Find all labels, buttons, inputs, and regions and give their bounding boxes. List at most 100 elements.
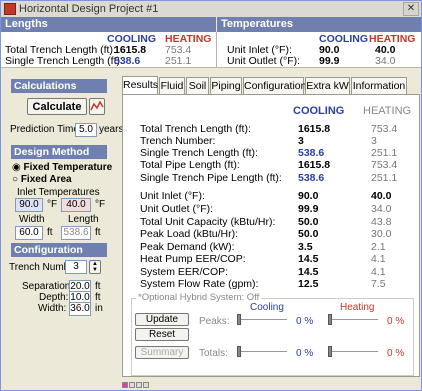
- tab-information[interactable]: Information: [351, 77, 407, 95]
- config-width-field[interactable]: 36.0: [69, 302, 91, 316]
- inlet-heat-unit: °F: [95, 199, 106, 210]
- width-unit: ft: [47, 227, 53, 238]
- result-row-heating: 34.0: [371, 203, 392, 215]
- tab-configuration[interactable]: Configuration: [243, 77, 306, 95]
- result-row-label: Trench Number:: [140, 135, 216, 147]
- graph-button[interactable]: [89, 98, 105, 115]
- result-row-label: Peak Load (kBtu/Hr):: [140, 228, 239, 240]
- result-row-cooling: 538.6: [298, 147, 325, 159]
- result-row-cooling: 3: [298, 135, 304, 147]
- result-row-heating: 7.5: [371, 278, 386, 290]
- result-row-cooling: 1615.8: [298, 159, 331, 171]
- slider-thumb[interactable]: [237, 314, 241, 325]
- tab-piping[interactable]: Piping: [210, 77, 242, 95]
- result-row-label: Single Trench Length (ft):: [140, 147, 258, 159]
- results-cooling-header: COOLING: [293, 105, 345, 117]
- separation-label: Separation:: [22, 281, 74, 292]
- slider-thumb[interactable]: [237, 346, 241, 357]
- result-row-cooling: 14.5: [298, 266, 319, 278]
- results-pane: COOLING HEATING Total Trench Length (ft)…: [122, 94, 420, 377]
- length-field: 538.6: [61, 226, 91, 240]
- peaks-heating-percent: 0 %: [387, 316, 405, 327]
- length-unit: ft: [95, 227, 101, 238]
- prediction-time-label: Prediction Time:: [10, 124, 82, 135]
- slider-thumb[interactable]: [328, 346, 332, 357]
- width-field[interactable]: 60.0: [15, 226, 43, 240]
- result-row-label: Unit Outlet (°F):: [140, 203, 214, 215]
- inlet-cool-field[interactable]: 90.0: [15, 198, 43, 212]
- result-row-cooling: 538.6: [298, 172, 325, 184]
- result-row-cooling: 14.5: [298, 253, 319, 265]
- config-width-label: Width:: [38, 303, 67, 314]
- fixed-area-label: Fixed Area: [20, 174, 72, 185]
- status-indicators: [122, 379, 152, 388]
- result-row-label: Heat Pump EER/COP:: [140, 253, 246, 265]
- tab-extra-kw[interactable]: Extra kW: [305, 77, 350, 95]
- summary-button: Summary: [135, 346, 189, 359]
- result-row-heating: 40.0: [371, 190, 392, 202]
- hybrid-system-panel: *Optional Hybrid System: Off Update Rese…: [131, 292, 414, 376]
- peaks-cooling-slider[interactable]: [237, 313, 287, 325]
- peaks-label: Peaks:: [199, 316, 230, 327]
- fixed-temperature-radio[interactable]: ◉ Fixed Temperature: [12, 162, 112, 173]
- result-row-label: Total Unit Capacity (kBtu/Hr):: [140, 216, 276, 228]
- slider-thumb[interactable]: [328, 314, 332, 325]
- lengths-header: Lengths: [1, 17, 216, 32]
- reset-button[interactable]: Reset: [135, 328, 189, 341]
- summary-divider: [216, 32, 217, 68]
- configuration-header: Configuration: [11, 243, 107, 257]
- graph-icon: [90, 100, 104, 111]
- close-button[interactable]: ✕: [403, 2, 419, 16]
- design-method-header: Design Method: [11, 145, 107, 159]
- calculate-button[interactable]: Calculate: [27, 98, 87, 115]
- results-heating-header: HEATING: [363, 105, 412, 117]
- config-width-unit: in: [95, 303, 103, 314]
- summary-unit-outlet-cool: 99.9: [319, 55, 340, 67]
- result-row-label: System EER/COP:: [140, 266, 229, 278]
- update-button[interactable]: Update: [135, 313, 189, 326]
- tab-strip: Results Fluid Soil Piping Configuration …: [122, 76, 420, 95]
- left-panel: Calculations Calculate Prediction Time: …: [3, 77, 123, 377]
- design-window: Horizontal Design Project #1 ✕ Lengths T…: [0, 0, 422, 391]
- tab-fluid[interactable]: Fluid: [159, 77, 185, 95]
- inlet-heat-field[interactable]: 40.0: [61, 198, 91, 212]
- result-row-cooling: 3.5: [298, 241, 313, 253]
- width-label: Width: [19, 214, 45, 225]
- inlet-cool-unit: °F: [47, 199, 58, 210]
- result-row-heating: 753.4: [371, 159, 398, 171]
- prediction-time-field[interactable]: 5.0: [75, 123, 97, 137]
- status-indicator: [122, 382, 128, 388]
- trench-number-spinner[interactable]: ▲ ▼: [89, 260, 101, 274]
- totals-heating-percent: 0 %: [387, 348, 405, 359]
- result-row-label: Single Trench Pipe Length (ft):: [140, 172, 282, 184]
- result-row-label: Peak Demand (kW):: [140, 241, 235, 253]
- peaks-heating-slider[interactable]: [328, 313, 378, 325]
- result-row-cooling: 50.0: [298, 216, 319, 228]
- summary-panel: COOLING HEATING Total Trench Length (ft)…: [1, 32, 421, 68]
- hybrid-heating-label: Heating: [340, 302, 375, 313]
- status-indicator: [136, 382, 142, 388]
- spinner-down-icon[interactable]: ▼: [92, 267, 98, 273]
- result-row-cooling: 50.0: [298, 228, 319, 240]
- fixed-area-radio[interactable]: ○ Fixed Area: [12, 174, 72, 185]
- result-row-cooling: 1615.8: [298, 123, 331, 135]
- result-row-label: Total Pipe Length (ft):: [140, 159, 240, 171]
- tab-soil[interactable]: Soil: [186, 77, 209, 95]
- tab-results[interactable]: Results: [122, 76, 158, 95]
- result-row-heating: 753.4: [371, 123, 398, 135]
- result-row-heating: 30.0: [371, 228, 392, 240]
- status-indicator: [143, 382, 149, 388]
- result-row-heating: 43.8: [371, 216, 392, 228]
- totals-heating-slider[interactable]: [328, 345, 378, 357]
- trench-number-field[interactable]: 3: [65, 260, 87, 274]
- result-row-heating: 4.1: [371, 253, 386, 265]
- totals-label: Totals:: [199, 348, 228, 359]
- totals-cooling-slider[interactable]: [237, 345, 287, 357]
- depth-label: Depth:: [39, 292, 69, 303]
- totals-cooling-percent: 0 %: [296, 348, 314, 359]
- separation-unit: ft: [95, 281, 101, 292]
- length-label: Length: [68, 214, 99, 225]
- result-row-heating: 251.1: [371, 172, 398, 184]
- prediction-time-unit: years: [99, 124, 124, 135]
- result-row-heating: 251.1: [371, 147, 398, 159]
